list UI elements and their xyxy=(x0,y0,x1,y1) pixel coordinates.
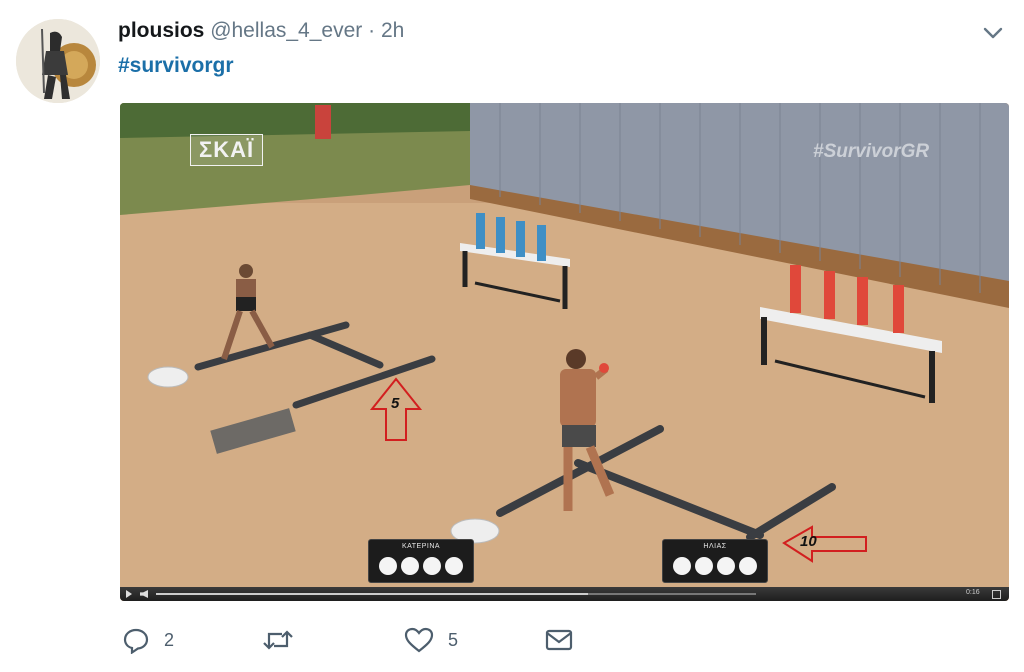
play-icon[interactable] xyxy=(126,590,132,598)
reply-icon xyxy=(123,628,149,654)
tweet-time[interactable]: 2h xyxy=(381,19,404,42)
like-button[interactable]: 5 xyxy=(404,626,458,654)
like-count: 5 xyxy=(448,629,459,650)
score-dot xyxy=(379,557,397,575)
scoreboard-left: ΚΑΤΕΡΙΝΑ xyxy=(368,539,474,583)
separator-dot: · xyxy=(368,19,376,42)
direct-message-button[interactable] xyxy=(544,626,574,654)
channel-logo: ΣΚΑΪ xyxy=(190,134,264,166)
scoreboard-left-name: ΚΑΤΕΡΙΝΑ xyxy=(401,543,441,550)
retweet-icon xyxy=(263,630,293,650)
video-frame xyxy=(120,103,1009,601)
hashtag-link[interactable]: #survivorgr xyxy=(118,54,234,78)
spartan-avatar-icon xyxy=(16,19,100,103)
tweet-header: plousios @hellas_4_ever · 2h xyxy=(118,18,404,44)
reply-count: 2 xyxy=(164,629,175,650)
arrow-label-10: 10 xyxy=(800,533,817,550)
like-icon xyxy=(404,627,434,653)
scoreboard-right: ΗΛΙΑΣ xyxy=(662,539,768,583)
video-controls: 0:16 xyxy=(120,587,1009,601)
user-handle[interactable]: @hellas_4_ever xyxy=(210,19,362,42)
reply-button[interactable]: 2 xyxy=(122,626,174,654)
tweet-actions: 2 5 xyxy=(0,626,1024,660)
arrow-label-5: 5 xyxy=(391,395,400,412)
message-icon xyxy=(545,629,573,651)
video-time: 0:16 xyxy=(966,589,980,596)
score-dot xyxy=(445,557,463,575)
video-media[interactable]: ΣΚΑΪ #SurvivorGR 5 10 ΚΑΤΕΡΙΝΑ ΗΛΙΑΣ 0:1… xyxy=(120,103,1009,601)
retweet-button[interactable] xyxy=(262,626,308,654)
score-dot xyxy=(673,557,691,575)
score-dot xyxy=(717,557,735,575)
score-dot xyxy=(401,557,419,575)
score-dot xyxy=(423,557,441,575)
fullscreen-icon[interactable] xyxy=(992,590,1001,599)
score-dot xyxy=(739,557,757,575)
video-progress-bar[interactable] xyxy=(156,593,756,595)
display-name[interactable]: plousios xyxy=(118,19,204,42)
chevron-down-icon[interactable] xyxy=(982,22,1004,44)
video-progress-fill xyxy=(156,593,588,595)
score-dot xyxy=(695,557,713,575)
avatar[interactable] xyxy=(16,19,100,103)
hashtag-watermark: #SurvivorGR xyxy=(813,141,930,162)
volume-icon[interactable] xyxy=(140,590,148,598)
scoreboard-right-name: ΗΛΙΑΣ xyxy=(703,543,727,550)
